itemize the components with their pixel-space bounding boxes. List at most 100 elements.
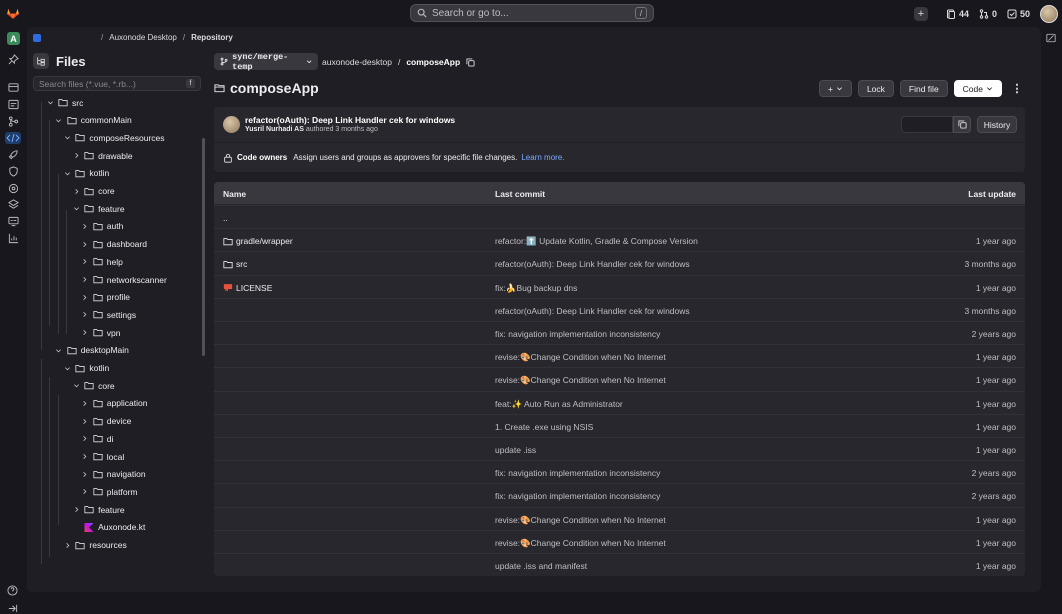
user-avatar[interactable] xyxy=(1040,4,1058,23)
chevron-down-icon[interactable] xyxy=(63,134,71,142)
project-badge-icon[interactable] xyxy=(33,33,41,42)
table-row[interactable]: update .iss 1 year ago xyxy=(214,437,1025,460)
merge-icon[interactable] xyxy=(8,116,19,127)
chevron-down-icon[interactable] xyxy=(55,116,63,124)
find-file-button[interactable]: Find file xyxy=(899,80,948,97)
commit-message[interactable]: fix:🍌Bug backup dns xyxy=(495,283,577,294)
path-root[interactable]: auxonode-desktop xyxy=(322,57,392,67)
plan-icon[interactable] xyxy=(8,99,19,110)
tree-item[interactable]: platform xyxy=(81,483,138,500)
table-row[interactable]: .. xyxy=(214,205,1025,228)
tree-item[interactable]: feature xyxy=(72,200,125,217)
commit-author[interactable]: Yusril Nurhadi AS xyxy=(245,126,304,133)
lock-button[interactable]: Lock xyxy=(857,80,894,97)
create-new-button[interactable]: + xyxy=(913,6,928,21)
table-row[interactable]: src refactor(oAuth): Deep Link Handler ce… xyxy=(214,251,1025,274)
table-row[interactable]: fix: navigation implementation inconsist… xyxy=(214,460,1025,483)
commit-message[interactable]: 1. Create .exe using NSIS xyxy=(495,422,593,432)
copy-sha-button[interactable] xyxy=(953,116,971,133)
chevron-right-icon[interactable] xyxy=(81,293,89,301)
tree-item[interactable]: kotlin xyxy=(63,165,109,182)
chevron-right-icon[interactable] xyxy=(81,435,89,443)
file-name[interactable]: src xyxy=(223,259,247,269)
file-tree-toggle-button[interactable] xyxy=(33,53,49,69)
chevron-right-icon[interactable] xyxy=(81,329,89,337)
tree-item[interactable]: drawable xyxy=(72,147,133,164)
tree-item[interactable]: kotlin xyxy=(63,360,109,377)
chevron-right-icon[interactable] xyxy=(81,276,89,284)
commit-message[interactable]: refactor:⬆️ Update Kotlin, Gradle & Comp… xyxy=(495,236,698,247)
project-overview-icon[interactable] xyxy=(8,82,19,93)
chevron-right-icon[interactable] xyxy=(81,417,89,425)
file-filter-input[interactable]: Search files (*.vue, *.rb...) f xyxy=(33,76,201,91)
collapse-sidebar-icon[interactable] xyxy=(7,603,18,614)
tree-item[interactable]: resources xyxy=(63,537,127,554)
commit-author-avatar[interactable] xyxy=(223,116,240,133)
copy-path-icon[interactable] xyxy=(466,57,475,67)
shield-icon[interactable] xyxy=(8,166,19,177)
project-avatar[interactable]: A xyxy=(7,32,20,45)
commit-message[interactable]: refactor(oAuth): Deep Link Handler cek f… xyxy=(495,259,690,269)
tree-item[interactable]: navigation xyxy=(81,466,146,483)
chevron-down-icon[interactable] xyxy=(63,169,71,177)
commit-message[interactable]: feat:✨ Auto Run as Administrator xyxy=(495,399,623,410)
chevron-right-icon[interactable] xyxy=(81,399,89,407)
chevron-right-icon[interactable] xyxy=(81,222,89,230)
tree-item[interactable]: help xyxy=(81,253,123,270)
todos-counter[interactable]: 50 xyxy=(1007,9,1030,19)
commit-message[interactable]: fix: navigation implementation inconsist… xyxy=(495,491,660,501)
tree-item[interactable]: profile xyxy=(81,289,130,306)
chevron-down-icon[interactable] xyxy=(46,99,54,107)
file-name[interactable]: gradle/wrapper xyxy=(223,236,293,246)
tree-item[interactable]: auth xyxy=(81,218,123,235)
table-row[interactable]: revise:🎨Change Condition when No Interne… xyxy=(214,367,1025,390)
tree-item[interactable]: Auxonode.kt xyxy=(72,519,145,536)
search-input[interactable]: Search or go to... / xyxy=(410,4,654,22)
tree-item[interactable]: vpn xyxy=(81,324,121,341)
chevron-down-icon[interactable] xyxy=(72,205,80,213)
chevron-right-icon[interactable] xyxy=(81,453,89,461)
table-row[interactable]: refactor(oAuth): Deep Link Handler cek f… xyxy=(214,297,1025,321)
table-row[interactable]: fix: navigation implementation inconsist… xyxy=(214,321,1025,344)
tree-item[interactable]: commonMain xyxy=(55,112,132,129)
chevron-right-icon[interactable] xyxy=(81,470,89,478)
commit-message[interactable]: fix: navigation implementation inconsist… xyxy=(495,468,660,478)
help-icon[interactable] xyxy=(7,585,18,596)
chevron-right-icon[interactable] xyxy=(81,311,89,319)
commit-message[interactable]: refactor(oAuth): Deep Link Handler cek f… xyxy=(495,306,690,316)
breadcrumb-repository[interactable]: Repository xyxy=(191,33,233,42)
tree-item[interactable]: settings xyxy=(81,306,136,323)
chevron-right-icon[interactable] xyxy=(72,506,80,514)
table-row[interactable]: revise:🎨Change Condition when No Interne… xyxy=(214,529,1025,553)
tree-item[interactable]: application xyxy=(81,395,147,412)
table-row[interactable]: update .iss and manifest 1 year ago xyxy=(214,553,1025,576)
chevron-right-icon[interactable] xyxy=(72,187,80,195)
chevron-down-icon[interactable] xyxy=(55,346,63,354)
table-row[interactable]: 1. Create .exe using NSIS 1 year ago xyxy=(214,413,1025,437)
file-name[interactable]: LICENSE xyxy=(223,283,272,293)
chevron-down-icon[interactable] xyxy=(72,382,80,390)
gitlab-logo-icon[interactable] xyxy=(6,6,20,20)
learn-more-link[interactable]: Learn more. xyxy=(521,153,564,162)
commit-sha-field[interactable] xyxy=(901,116,953,133)
issues-counter[interactable]: 44 xyxy=(946,9,969,19)
tree-item[interactable]: core xyxy=(72,377,115,394)
chevron-down-icon[interactable] xyxy=(63,364,71,372)
commit-message[interactable]: revise:🎨Change Condition when No Interne… xyxy=(495,538,666,549)
table-row[interactable]: revise:🎨Change Condition when No Interne… xyxy=(214,506,1025,530)
cloud-icon[interactable] xyxy=(8,199,19,210)
tree-item[interactable]: device xyxy=(81,413,131,430)
collapse-right-panel-icon[interactable] xyxy=(1046,33,1056,43)
more-actions-icon[interactable]: ⋮ xyxy=(1012,80,1023,97)
table-row[interactable]: revise:🎨Change Condition when No Interne… xyxy=(214,344,1025,367)
merge-requests-counter[interactable]: 0 xyxy=(979,9,997,19)
chevron-right-icon[interactable] xyxy=(81,488,89,496)
tree-item[interactable]: networkscanner xyxy=(81,271,167,288)
rocket-icon[interactable] xyxy=(8,149,19,160)
code-icon[interactable] xyxy=(5,132,21,144)
breadcrumb-project[interactable]: Auxonode Desktop xyxy=(109,33,177,42)
table-row[interactable]: gradle/wrapper refactor:⬆️ Update Kotlin,… xyxy=(214,228,1025,251)
tree-item[interactable]: di xyxy=(81,430,113,447)
tree-item[interactable]: dashboard xyxy=(81,236,147,253)
deploy-icon[interactable] xyxy=(8,183,19,194)
